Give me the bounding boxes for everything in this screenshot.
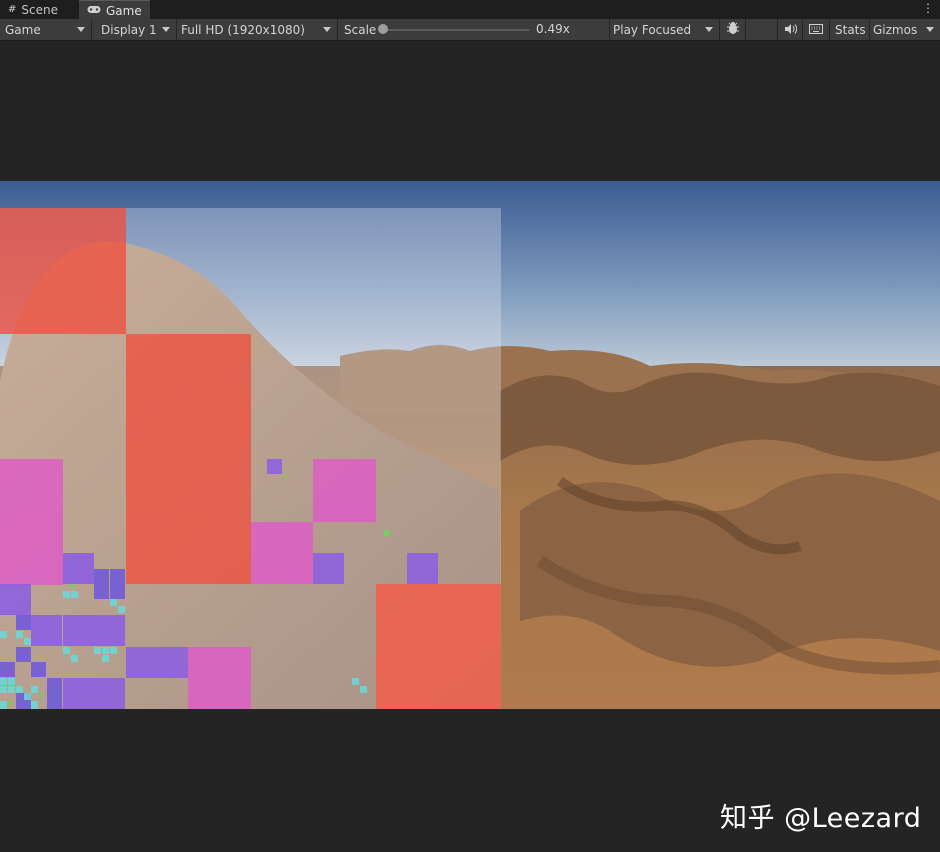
bug-icon: [726, 21, 740, 38]
view-type-label: Game: [5, 22, 41, 37]
game-render-frame[interactable]: [0, 181, 940, 709]
game-toolbar: Game Display 1 Full HD (1920x1080) Scale…: [0, 19, 940, 41]
watermark: 知乎 @Leezard: [720, 803, 922, 834]
tab-strip: # Scene Game ⋮: [0, 0, 940, 20]
game-view[interactable]: [0, 41, 940, 852]
bug-button[interactable]: [720, 19, 746, 40]
kebab-menu-icon[interactable]: ⋮: [922, 1, 934, 15]
tab-scene[interactable]: # Scene: [0, 0, 79, 19]
play-mode-label: Play Focused: [613, 22, 692, 37]
toolbar-spacer: [746, 19, 778, 40]
stats-button[interactable]: Stats: [830, 19, 870, 40]
scale-label: Scale: [344, 22, 377, 37]
tab-game-label: Game: [106, 3, 142, 18]
scale-slider-thumb[interactable]: [378, 24, 388, 34]
tab-scene-label: Scene: [21, 2, 58, 17]
mute-audio-button[interactable]: [778, 19, 803, 40]
scale-value: 0.49x: [536, 22, 570, 36]
scale-control: Scale 0.49x: [338, 19, 610, 40]
keyboard-shortcuts-button[interactable]: [803, 19, 830, 40]
display-dropdown[interactable]: Display 1: [92, 19, 177, 40]
view-type-dropdown[interactable]: Game: [0, 19, 92, 40]
gizmos-label: Gizmos: [873, 22, 918, 37]
gizmos-dropdown[interactable]: Gizmos: [870, 19, 940, 40]
keyboard-icon: [809, 23, 823, 37]
speaker-icon: [784, 23, 797, 37]
resolution-label: Full HD (1920x1080): [181, 22, 305, 37]
grid-icon: #: [8, 4, 17, 15]
resolution-dropdown[interactable]: Full HD (1920x1080): [177, 19, 338, 40]
rendered-scene: [0, 181, 940, 709]
tab-game[interactable]: Game: [79, 0, 150, 20]
gamepad-icon: [87, 5, 101, 17]
display-label: Display 1: [101, 22, 157, 37]
play-mode-dropdown[interactable]: Play Focused: [610, 19, 720, 40]
scale-slider-track[interactable]: [383, 29, 529, 31]
stats-label: Stats: [835, 22, 866, 37]
